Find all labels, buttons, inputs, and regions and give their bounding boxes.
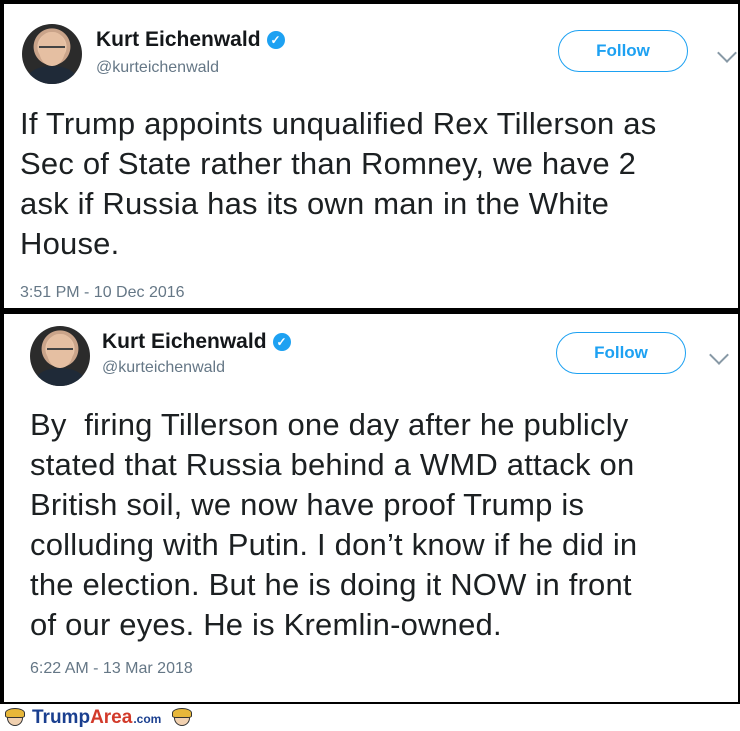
brand-part-2: Area <box>90 706 133 728</box>
tweet-text: If Trump appoints unqualified Rex Tiller… <box>20 106 657 261</box>
site-watermark: Trump Area .com <box>0 704 740 731</box>
author-row: Kurt Eichenwald ✓ <box>96 28 285 52</box>
tweet-text: By firing Tillerson one day after he pub… <box>30 407 638 642</box>
trump-mascot-icon <box>4 707 25 728</box>
follow-button[interactable]: Follow <box>556 332 686 374</box>
tweet-card-2: Kurt Eichenwald ✓ @kurteichenwald Follow… <box>4 314 738 702</box>
author-name[interactable]: Kurt Eichenwald <box>96 28 261 52</box>
brand-suffix: .com <box>133 711 162 726</box>
verified-badge-icon: ✓ <box>266 31 285 49</box>
chevron-down-icon[interactable] <box>709 345 729 365</box>
author-handle[interactable]: @kurteichenwald <box>102 359 225 377</box>
follow-button[interactable]: Follow <box>558 30 688 72</box>
tweet-timestamp[interactable]: 3:51 PM - 10 Dec 2016 <box>20 284 185 302</box>
author-name[interactable]: Kurt Eichenwald <box>102 330 267 354</box>
avatar[interactable] <box>30 326 90 386</box>
chevron-down-icon[interactable] <box>717 43 737 63</box>
tweet-timestamp[interactable]: 6:22 AM - 13 Mar 2018 <box>30 660 193 678</box>
trump-mascot-icon <box>171 707 193 728</box>
tweet-card-1: Kurt Eichenwald ✓ @kurteichenwald Follow… <box>4 4 738 308</box>
author-handle[interactable]: @kurteichenwald <box>96 59 219 77</box>
author-row: Kurt Eichenwald ✓ <box>102 330 291 354</box>
brand-part-1: Trump <box>32 706 91 728</box>
brand-logo: Trump Area .com <box>32 707 161 729</box>
avatar[interactable] <box>22 24 82 84</box>
verified-badge-icon: ✓ <box>272 333 291 351</box>
